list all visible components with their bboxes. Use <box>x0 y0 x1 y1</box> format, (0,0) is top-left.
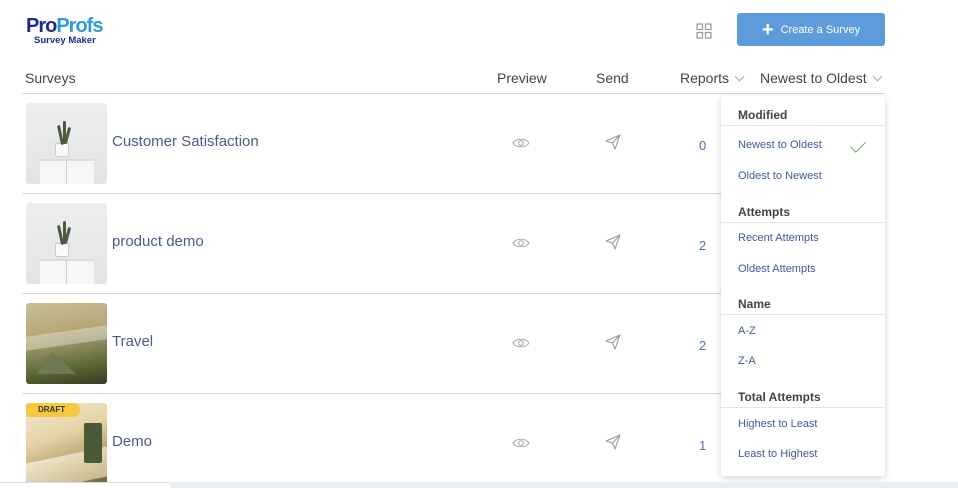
survey-thumbnail[interactable]: DRAFT <box>26 403 107 482</box>
sort-option-recent-attempts[interactable]: Recent Attempts <box>738 232 819 244</box>
preview-eye-icon[interactable] <box>512 436 530 450</box>
send-paper-plane-icon[interactable] <box>605 434 621 450</box>
grid-view-icon[interactable] <box>695 22 713 40</box>
sort-option-highest-to-least[interactable]: Highest to Least <box>738 418 818 430</box>
survey-title[interactable]: Customer Satisfaction <box>112 133 259 150</box>
proprofs-logo[interactable]: ProProfs Survey Maker <box>26 16 116 48</box>
report-count[interactable]: 2 <box>699 238 706 253</box>
column-header-preview: Preview <box>497 70 547 86</box>
survey-title[interactable]: Demo <box>112 433 152 450</box>
sort-option-oldest-to-newest[interactable]: Oldest to Newest <box>738 170 822 182</box>
create-survey-label: Create a Survey <box>780 23 861 36</box>
report-count[interactable]: 2 <box>699 338 706 353</box>
send-paper-plane-icon[interactable] <box>605 334 621 350</box>
sort-option-least-to-highest[interactable]: Least to Highest <box>738 448 818 460</box>
plus-icon: + <box>761 18 774 41</box>
logo-text-profs: Profs <box>56 15 103 37</box>
create-survey-button[interactable]: + Create a Survey <box>737 13 885 46</box>
preview-eye-icon[interactable] <box>512 336 530 350</box>
survey-list-page: ProProfs Survey Maker + Create a Survey … <box>0 0 958 488</box>
sort-label: Newest to Oldest <box>760 70 867 86</box>
send-paper-plane-icon[interactable] <box>605 134 621 150</box>
column-header-surveys: Surveys <box>25 70 76 86</box>
column-header-send: Send <box>596 70 629 86</box>
bottom-panel-edge <box>0 482 170 488</box>
horizontal-scrollbar[interactable] <box>170 482 958 488</box>
reports-filter[interactable]: Reports <box>680 70 745 86</box>
sort-group-attempts: Attempts <box>721 193 885 223</box>
report-count[interactable]: 1 <box>699 438 706 453</box>
survey-thumbnail[interactable] <box>26 303 107 384</box>
reports-label: Reports <box>680 70 730 86</box>
sort-option-newest-to-oldest[interactable]: Newest to Oldest <box>738 139 822 151</box>
survey-title[interactable]: Travel <box>112 333 153 350</box>
checkmark-icon <box>850 137 866 153</box>
sort-menu: Modified Newest to Oldest Oldest to Newe… <box>721 96 885 476</box>
preview-eye-icon[interactable] <box>512 236 530 250</box>
draft-badge: DRAFT <box>26 403 80 417</box>
logo-subtitle: Survey Maker <box>34 35 96 46</box>
survey-thumbnail[interactable] <box>26 203 107 284</box>
survey-title[interactable]: product demo <box>112 233 204 250</box>
logo-text-pro: Pro <box>26 15 57 37</box>
report-count[interactable]: 0 <box>699 138 706 153</box>
chevron-down-icon <box>734 71 745 82</box>
survey-thumbnail[interactable] <box>26 103 107 184</box>
sort-option-z-a[interactable]: Z-A <box>738 355 756 367</box>
sort-option-oldest-attempts[interactable]: Oldest Attempts <box>738 263 816 275</box>
preview-eye-icon[interactable] <box>512 136 530 150</box>
chevron-down-icon <box>872 71 883 82</box>
sort-dropdown[interactable]: Newest to Oldest <box>760 70 883 86</box>
send-paper-plane-icon[interactable] <box>605 234 621 250</box>
sort-group-total-attempts: Total Attempts <box>721 378 885 408</box>
sort-group-name: Name <box>721 285 885 315</box>
sort-option-a-z[interactable]: A-Z <box>738 325 756 337</box>
sort-group-modified: Modified <box>721 96 885 126</box>
